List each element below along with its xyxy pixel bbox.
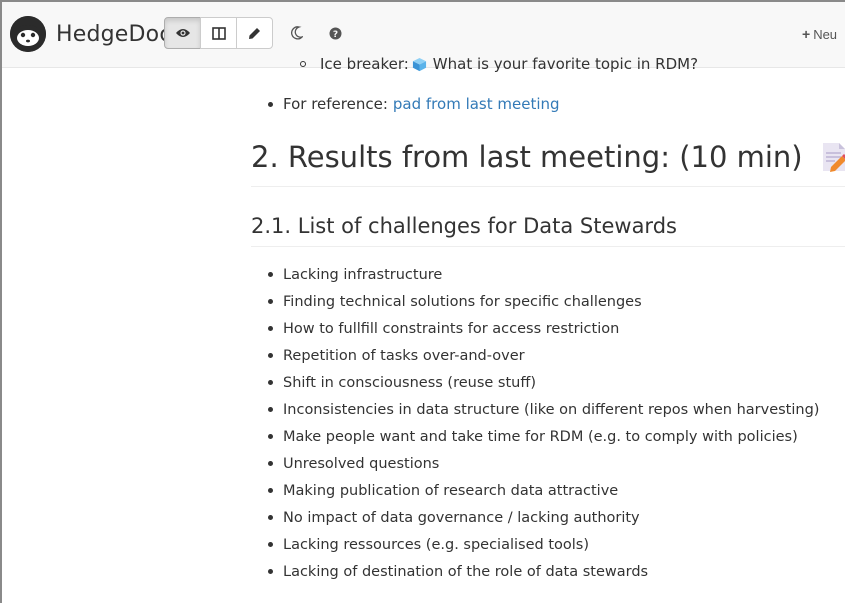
list-item-text: Lacking infrastructure	[283, 266, 443, 283]
list-item-text: Inconsistencies in data structure (like …	[283, 401, 820, 418]
brand[interactable]: HedgeDoc	[10, 16, 172, 52]
bullet	[268, 542, 273, 547]
list-item: Lacking ressources (e.g. specialised too…	[268, 531, 819, 558]
memo-icon	[822, 143, 845, 172]
section-heading: 2. Results from last meeting: (10 min)	[251, 140, 845, 174]
section-heading-text: 2. Results from last meeting: (10 min)	[251, 140, 803, 174]
question-circle-icon: ?	[329, 27, 341, 40]
new-note-button[interactable]: + Neu	[802, 26, 837, 42]
svg-text:?: ?	[332, 30, 337, 40]
list-item-text: Lacking of destination of the role of da…	[283, 563, 649, 580]
plus-icon: +	[802, 26, 811, 42]
list-item-text: Making publication of research data attr…	[283, 482, 619, 499]
sub-list-item: Ice breaker: What is your favorite topic…	[300, 55, 698, 73]
list-item: Make people want and take time for RDM (…	[268, 423, 819, 450]
new-note-label: Neu	[813, 26, 838, 42]
split-mode-button[interactable]	[200, 17, 237, 49]
list-item-text: Unresolved questions	[283, 455, 440, 472]
challenges-list: Lacking infrastructure Finding technical…	[268, 261, 819, 585]
hedgehog-logo-icon	[10, 16, 46, 52]
bullet	[268, 326, 273, 331]
view-mode-button[interactable]	[164, 17, 201, 49]
bullet	[268, 461, 273, 466]
reference-link[interactable]: pad from last meeting	[393, 95, 560, 113]
reference-prefix: For reference:	[283, 95, 388, 113]
view-mode-group	[164, 17, 273, 49]
subsection-heading: 2.1. List of challenges for Data Steward…	[251, 214, 677, 238]
list-item: No impact of data governance / lacking a…	[268, 504, 819, 531]
list-item: Unresolved questions	[268, 450, 819, 477]
list-item: How to fullfill constraints for access r…	[268, 315, 819, 342]
list-item-text: Repetition of tasks over-and-over	[283, 347, 525, 364]
bullet	[268, 299, 273, 304]
bullet	[268, 515, 273, 520]
bullet	[268, 101, 273, 107]
ice-cube-icon	[412, 57, 426, 71]
bullet	[268, 380, 273, 385]
help-button[interactable]: ?	[320, 17, 350, 49]
list-item: Lacking infrastructure	[268, 261, 819, 288]
list-item: Making publication of research data attr…	[268, 477, 819, 504]
document-view: Ice breaker: What is your favorite topic…	[2, 55, 845, 603]
list-item-text: Finding technical solutions for specific…	[283, 293, 642, 310]
bullet	[268, 353, 273, 358]
list-item-text: No impact of data governance / lacking a…	[283, 509, 640, 526]
bullet	[268, 407, 273, 412]
list-item: Lacking of destination of the role of da…	[268, 558, 819, 585]
moon-icon	[291, 26, 303, 40]
list-item: Repetition of tasks over-and-over	[268, 342, 819, 369]
list-item-text: Make people want and take time for RDM (…	[283, 428, 798, 445]
subsection-heading-rule	[251, 246, 845, 247]
list-item: Shift in consciousness (reuse stuff)	[268, 369, 819, 396]
sub-item-prefix: Ice breaker:	[320, 55, 409, 73]
bullet	[268, 434, 273, 439]
list-item: Inconsistencies in data structure (like …	[268, 396, 819, 423]
eye-icon	[175, 29, 190, 37]
sub-item-text: What is your favorite topic in RDM?	[432, 55, 699, 73]
bullet	[268, 569, 273, 574]
circle-bullet	[300, 61, 306, 67]
app-window: HedgeDoc ? + Neu Ice breaker: What is yo…	[0, 0, 845, 603]
bullet	[268, 488, 273, 493]
reference-list-item: For reference: pad from last meeting	[268, 95, 560, 113]
columns-icon	[211, 26, 226, 40]
list-item-text: How to fullfill constraints for access r…	[283, 320, 620, 337]
list-item: Finding technical solutions for specific…	[268, 288, 819, 315]
pencil-icon	[249, 27, 260, 39]
list-item-text: Shift in consciousness (reuse stuff)	[283, 374, 536, 391]
night-mode-button[interactable]	[282, 17, 312, 49]
brand-name: HedgeDoc	[56, 21, 172, 47]
section-heading-rule	[251, 186, 845, 187]
list-item-text: Lacking ressources (e.g. specialised too…	[283, 536, 589, 553]
bullet	[268, 272, 273, 277]
edit-mode-button[interactable]	[236, 17, 273, 49]
